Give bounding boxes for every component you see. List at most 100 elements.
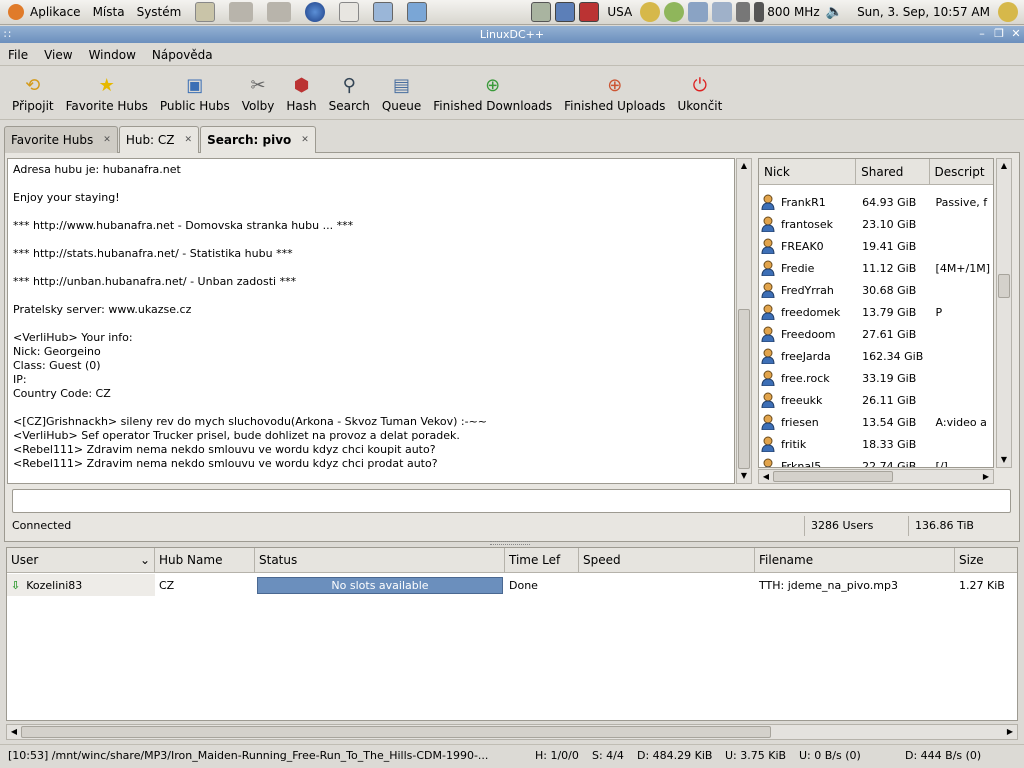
tab-hub-cz[interactable]: Hub: CZ ✕ bbox=[118, 126, 200, 153]
chat-input[interactable] bbox=[12, 489, 1011, 513]
chat-scroll-thumb[interactable] bbox=[738, 309, 750, 469]
launcher-blank-icon[interactable] bbox=[229, 2, 254, 22]
tray-battery-icon[interactable] bbox=[736, 2, 751, 22]
settings-button[interactable]: ✂ Volby bbox=[236, 73, 281, 119]
minimize-icon[interactable]: – bbox=[976, 28, 988, 40]
menu-window[interactable]: Window bbox=[81, 48, 144, 62]
close-icon[interactable]: ✕ bbox=[1010, 28, 1022, 40]
userlist-scrollbar[interactable]: ▲ ▼ bbox=[996, 158, 1012, 468]
user-row[interactable]: FrankR1 64.93 GiB Passive, f bbox=[759, 191, 993, 213]
user-row[interactable]: fritik 18.33 GiB bbox=[759, 433, 993, 455]
window-titlebar[interactable]: ∷ LinuxDC++ – ❐ ✕ bbox=[0, 26, 1024, 43]
tray-network-icon[interactable] bbox=[688, 2, 709, 22]
transfer-pane-splitter[interactable] bbox=[490, 541, 530, 545]
tab-close-icon[interactable]: ✕ bbox=[185, 135, 193, 145]
tray-windows-icon[interactable] bbox=[712, 2, 733, 22]
user-shared: 26.11 GiB bbox=[862, 393, 917, 407]
chat-line: <VerliHub> Your info: bbox=[13, 331, 133, 344]
window-list-icon[interactable] bbox=[555, 2, 576, 22]
ubuntu-logo-icon[interactable] bbox=[8, 4, 24, 20]
user-row[interactable]: freedomek 13.79 GiB P bbox=[759, 301, 993, 323]
maximize-icon[interactable]: ❐ bbox=[993, 28, 1005, 40]
user-row[interactable]: FREAK0 19.41 GiB bbox=[759, 235, 993, 257]
user-row[interactable]: Freedoom 27.61 GiB bbox=[759, 323, 993, 345]
keyboard-layout[interactable]: USA bbox=[607, 5, 632, 19]
launcher-blank2-icon[interactable] bbox=[267, 2, 292, 22]
column-description[interactable]: Descript bbox=[930, 159, 993, 184]
scroll-up-icon[interactable]: ▲ bbox=[997, 159, 1011, 173]
menu-help[interactable]: Nápověda bbox=[144, 48, 221, 62]
tray-dcpp-icon[interactable] bbox=[640, 2, 661, 22]
volume-icon[interactable]: 🔈 bbox=[826, 4, 843, 20]
column-size[interactable]: Size bbox=[955, 548, 1017, 572]
panel-menu-system[interactable]: Systém bbox=[137, 5, 182, 19]
quit-button[interactable]: ⏻ Ukončit bbox=[671, 73, 728, 119]
scroll-down-icon[interactable]: ▼ bbox=[737, 469, 751, 483]
user-row[interactable]: Frknal5 22.74 GiB [/] bbox=[759, 455, 993, 467]
window-menu-icon[interactable]: ∷ bbox=[4, 26, 11, 43]
chat-line: Country Code: CZ bbox=[13, 387, 111, 400]
queue-button[interactable]: ▤ Queue bbox=[376, 73, 427, 119]
scroll-left-icon[interactable]: ◀ bbox=[7, 725, 21, 739]
menu-file[interactable]: File bbox=[0, 48, 36, 62]
chat-log[interactable]: Adresa hubu je: hubanafra.net Enjoy your … bbox=[7, 158, 735, 484]
column-nick[interactable]: Nick bbox=[759, 159, 857, 184]
launcher-dcpp-icon[interactable] bbox=[195, 2, 216, 22]
tray-users-icon[interactable] bbox=[664, 2, 685, 22]
public-hubs-button[interactable]: ▣ Public Hubs bbox=[154, 73, 236, 119]
userlist-hscrollbar[interactable]: ◀ ▶ bbox=[758, 469, 994, 484]
user-row[interactable]: FredYrrah 30.68 GiB bbox=[759, 279, 993, 301]
column-filename[interactable]: Filename bbox=[755, 548, 955, 572]
mail-icon[interactable] bbox=[339, 2, 360, 22]
pane-splitter[interactable] bbox=[753, 158, 757, 484]
user-row[interactable]: frantosek 23.10 GiB bbox=[759, 213, 993, 235]
connect-button[interactable]: ⟲ Připojit bbox=[6, 73, 60, 119]
user-row[interactable]: freeJarda 162.34 GiB bbox=[759, 345, 993, 367]
column-user[interactable]: User ⌄ bbox=[7, 548, 155, 572]
transfer-list[interactable]: User ⌄ Hub Name Status Time Lef Speed Fil… bbox=[6, 547, 1018, 721]
search-button[interactable]: ⚲ Search bbox=[323, 73, 376, 119]
column-speed[interactable]: Speed bbox=[579, 548, 755, 572]
user-switcher-icon[interactable] bbox=[998, 2, 1018, 22]
scroll-down-icon[interactable]: ▼ bbox=[997, 453, 1011, 467]
transfer-row[interactable]: ⇩ Kozelini83 CZ No slots available Done TTH: … bbox=[7, 574, 1017, 596]
menu-view[interactable]: View bbox=[36, 48, 80, 62]
desktop-icon[interactable] bbox=[531, 2, 552, 22]
network-icon[interactable] bbox=[373, 2, 394, 22]
finished-uploads-button[interactable]: ⊕ Finished Uploads bbox=[558, 73, 671, 119]
scroll-up-icon[interactable]: ▲ bbox=[737, 159, 751, 173]
userlist-scroll-thumb[interactable] bbox=[998, 274, 1010, 298]
hash-button[interactable]: ⬢ Hash bbox=[280, 73, 322, 119]
transfer-hscroll-thumb[interactable] bbox=[21, 726, 771, 738]
transfer-hscrollbar[interactable]: ◀ ▶ bbox=[6, 724, 1018, 740]
tab-close-icon[interactable]: ✕ bbox=[103, 135, 111, 145]
browser-globe-icon[interactable] bbox=[305, 2, 326, 22]
panel-menu-places[interactable]: Místa bbox=[93, 5, 125, 19]
user-row[interactable]: free.rock 33.19 GiB bbox=[759, 367, 993, 389]
scroll-left-icon[interactable]: ◀ bbox=[759, 470, 773, 483]
user-list[interactable]: Nick Shared Descript FrankR1 64.93 GiB Pas… bbox=[758, 158, 994, 468]
column-time-left[interactable]: Time Lef bbox=[505, 548, 579, 572]
tab-search-pivo[interactable]: Search: pivo ✕ bbox=[200, 126, 316, 153]
panel-clock[interactable]: Sun, 3. Sep, 10:57 AM bbox=[857, 5, 990, 19]
tab-close-icon[interactable]: ✕ bbox=[301, 135, 309, 145]
user-row[interactable]: freeukk 26.11 GiB bbox=[759, 389, 993, 411]
logout-icon[interactable] bbox=[579, 2, 600, 22]
userlist-hscroll-thumb[interactable] bbox=[773, 471, 893, 482]
scroll-right-icon[interactable]: ▶ bbox=[1003, 725, 1017, 739]
sort-chevron-icon[interactable]: ⌄ bbox=[140, 553, 150, 567]
panel-menu-applications[interactable]: Aplikace bbox=[30, 5, 81, 19]
column-shared[interactable]: Shared bbox=[856, 159, 930, 184]
chat-line bbox=[13, 317, 729, 331]
cpu-frequency[interactable]: 800 MHz bbox=[767, 5, 819, 19]
scroll-right-icon[interactable]: ▶ bbox=[979, 470, 993, 483]
column-status[interactable]: Status bbox=[255, 548, 505, 572]
finished-downloads-button[interactable]: ⊕ Finished Downloads bbox=[427, 73, 558, 119]
update-icon[interactable] bbox=[407, 2, 428, 22]
column-hub-name[interactable]: Hub Name bbox=[155, 548, 255, 572]
user-row[interactable]: Fredie 11.12 GiB [4M+/1M] bbox=[759, 257, 993, 279]
chat-scrollbar[interactable]: ▲ ▼ bbox=[736, 158, 752, 484]
tab-favorite-hubs[interactable]: Favorite Hubs ✕ bbox=[4, 126, 118, 153]
favorite-hubs-button[interactable]: ★ Favorite Hubs bbox=[60, 73, 154, 119]
user-row[interactable]: friesen 13.54 GiB A:video a bbox=[759, 411, 993, 433]
